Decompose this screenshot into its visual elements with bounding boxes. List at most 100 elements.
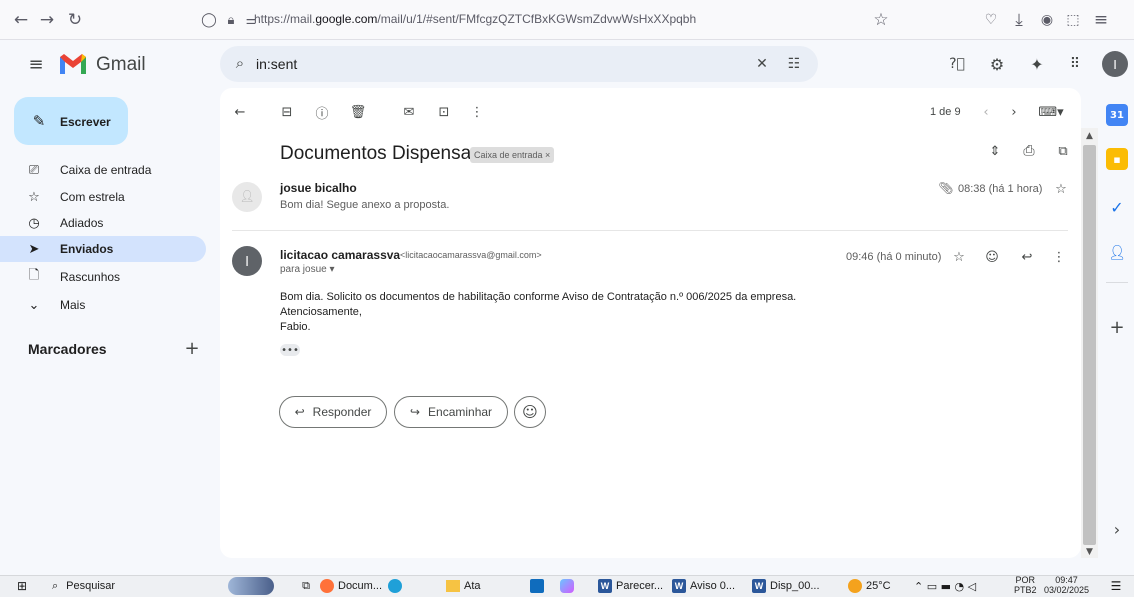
mark-unread-icon[interactable]: ✉: [398, 101, 420, 123]
search-icon[interactable]: ⌕: [230, 53, 250, 73]
system-tray-icons[interactable]: ⌃ ▭ ▬ ◔ ◁: [914, 576, 976, 596]
account-avatar[interactable]: I: [1102, 51, 1128, 77]
sidebar-item-label: Enviados: [60, 242, 114, 256]
sidebar-item-sent[interactable]: ➤ Enviados: [0, 236, 206, 262]
move-to-icon[interactable]: ⊡: [433, 101, 455, 123]
folder-icon: [446, 580, 460, 592]
clock[interactable]: 09:47 03/02/2025: [1044, 575, 1089, 595]
star-icon[interactable]: ☆: [950, 248, 968, 266]
word-icon: W: [672, 579, 686, 593]
taskbar-app[interactable]: W Parecer...: [598, 576, 663, 596]
sidebar-item-label: Caixa de entrada: [60, 163, 152, 177]
inbox-icon: ⎚: [28, 162, 40, 178]
compose-label: Escrever: [60, 115, 111, 129]
sidebar-item-snoozed[interactable]: ◷ Adiados: [0, 210, 206, 236]
sidebar-item-starred[interactable]: ☆ Com estrela: [0, 184, 206, 210]
divider: [232, 230, 1068, 231]
report-spam-icon[interactable]: ⓘ: [311, 101, 333, 123]
delete-icon[interactable]: 🗑︎: [347, 101, 369, 123]
scroll-up-icon[interactable]: ▲: [1083, 129, 1096, 142]
main-menu-icon[interactable]: ≡: [24, 52, 48, 76]
notification-icon[interactable]: ☰: [1106, 576, 1126, 596]
message-time: 09:46 (há 0 minuto): [846, 251, 942, 263]
newer-icon[interactable]: ‹: [975, 101, 997, 123]
divider: [1106, 282, 1128, 283]
add-addon-icon[interactable]: +: [1106, 316, 1128, 338]
bookmark-star-icon[interactable]: ☆: [868, 7, 894, 33]
contacts-icon[interactable]: 👤︎: [1106, 242, 1128, 264]
keep-icon[interactable]: ▪: [1106, 148, 1128, 170]
search-input[interactable]: in:sent: [256, 56, 297, 72]
extensions-icon[interactable]: ⬚: [1060, 7, 1086, 33]
sidebar-item-drafts[interactable]: 🗋︎ Rascunhos: [0, 264, 206, 290]
help-icon[interactable]: ?⃝: [946, 53, 968, 75]
clear-search-icon[interactable]: ✕: [752, 54, 772, 74]
more-options-icon[interactable]: ⋮: [1050, 248, 1068, 266]
edge-icon[interactable]: [388, 576, 402, 596]
search-box[interactable]: [220, 46, 818, 82]
taskbar-app[interactable]: W Aviso 0...: [672, 576, 735, 596]
reply-icon: ↩: [294, 405, 305, 419]
pagination-text: 1 de 9: [930, 106, 961, 118]
windows-start-icon[interactable]: ⊞: [14, 576, 30, 596]
reload-icon[interactable]: ↻: [62, 7, 88, 33]
message-body-line: Bom dia. Solicito os documentos de habil…: [280, 291, 797, 303]
archive-icon[interactable]: ⊟: [276, 101, 298, 123]
settings-gear-icon[interactable]: ⚙: [986, 53, 1008, 75]
task-view-icon[interactable]: ⧉: [298, 576, 314, 596]
thread-subject: Documentos Dispensa: [280, 143, 472, 164]
taskbar-app[interactable]: Ata: [446, 576, 481, 596]
menu-icon[interactable]: ≡: [1088, 7, 1114, 33]
forward-button[interactable]: ↪ Encaminhar: [394, 396, 508, 428]
back-to-list-icon[interactable]: ←: [229, 101, 251, 123]
open-new-window-icon[interactable]: ⧉: [1053, 141, 1073, 161]
label-chip[interactable]: Caixa de entrada ×: [470, 147, 555, 163]
scrollbar-thumb[interactable]: [1083, 145, 1096, 545]
sidebar-item-more[interactable]: ⌄ Mais: [0, 292, 206, 318]
word-icon: W: [752, 579, 766, 593]
language-indicator[interactable]: POR PTB2: [1014, 575, 1037, 595]
taskbar-app[interactable]: W Disp_00...: [752, 576, 820, 596]
more-options-icon[interactable]: ⋮: [466, 101, 488, 123]
expand-side-panel-icon[interactable]: ›: [1106, 518, 1128, 540]
add-label-icon[interactable]: +: [182, 338, 202, 359]
scroll-down-icon[interactable]: ▼: [1083, 545, 1096, 558]
gmail-logo-icon[interactable]: [58, 52, 88, 76]
outlook-icon[interactable]: [530, 576, 544, 596]
show-trimmed-icon[interactable]: •••: [280, 344, 300, 356]
taskbar-search[interactable]: ⌕ Pesquisar: [52, 576, 115, 596]
taskbar-app[interactable]: Docum...: [320, 576, 382, 596]
download-icon[interactable]: ⤓: [1006, 7, 1032, 33]
weather-widget[interactable]: 25°C: [848, 576, 891, 596]
sidebar-item-label: Mais: [60, 298, 86, 312]
copilot-icon[interactable]: [560, 576, 574, 596]
widgets-icon[interactable]: [228, 577, 274, 595]
pocket-icon[interactable]: ♡: [978, 7, 1004, 33]
back-icon[interactable]: ←: [8, 7, 34, 33]
reply-button[interactable]: ↩ Responder: [279, 396, 387, 428]
expand-all-icon[interactable]: ⇕: [985, 141, 1005, 161]
person-icon: 👤︎: [239, 189, 255, 203]
reply-icon[interactable]: ↩: [1018, 248, 1036, 266]
message-snippet[interactable]: Bom dia! Segue anexo a proposta.: [280, 199, 449, 211]
forward-icon[interactable]: →: [34, 7, 60, 33]
sender-name[interactable]: josue bicalho: [280, 181, 357, 195]
account-icon[interactable]: ◉: [1034, 7, 1060, 33]
emoji-reaction-button[interactable]: ☺: [514, 396, 546, 428]
sidebar-item-inbox[interactable]: ⎚ Caixa de entrada: [0, 157, 206, 183]
older-icon[interactable]: ›: [1003, 101, 1025, 123]
search-options-icon[interactable]: ☷: [784, 54, 804, 74]
emoji-icon: ☺: [522, 403, 538, 421]
sender-name[interactable]: licitacao camarassva: [280, 248, 400, 262]
recipient-details[interactable]: para josue ▾: [280, 264, 335, 275]
emoji-reaction-icon[interactable]: ☺: [983, 248, 1001, 266]
star-icon[interactable]: ☆: [1052, 180, 1070, 198]
gemini-icon[interactable]: ✦: [1026, 53, 1048, 75]
message-time: 08:38 (há 1 hora): [958, 183, 1043, 195]
keyboard-icon[interactable]: ⌨▾: [1036, 101, 1066, 123]
print-icon[interactable]: ⎙: [1019, 141, 1039, 161]
tasks-icon[interactable]: ✓: [1106, 196, 1128, 218]
calendar-icon[interactable]: 31: [1106, 104, 1128, 126]
clock-icon: ◷: [28, 215, 40, 231]
apps-grid-icon[interactable]: ⠿: [1064, 53, 1086, 75]
